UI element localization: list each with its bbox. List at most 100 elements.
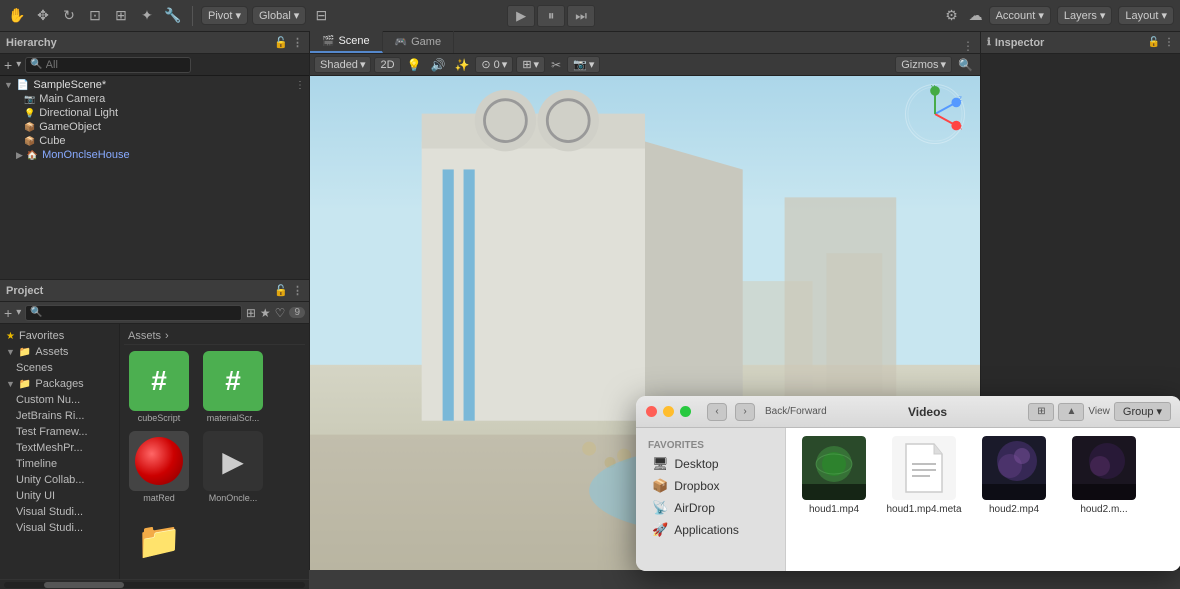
finder-desktop-label: Desktop [675,457,719,471]
finder-item-dropbox[interactable]: 📦 Dropbox [640,475,781,497]
sidebar-vs1[interactable]: Visual Studi... [0,504,119,520]
2d-toggle[interactable]: 2D [374,57,400,73]
global-dropdown[interactable]: Global ▾ [252,6,306,25]
finder-view-list-button[interactable]: ▲ [1058,403,1084,421]
hierarchy-item-camera[interactable]: 📷 Main Camera [0,92,309,106]
sidebar-jetbrains[interactable]: JetBrains Ri... [0,408,119,424]
refresh-tool-icon[interactable]: ↻ [58,5,80,27]
project-star-icon[interactable]: ★ [260,306,271,320]
inspector-lock-icon[interactable]: 🔓 [1148,37,1160,48]
hierarchy-arrow-icon[interactable]: ▾ [16,59,21,70]
sidebar-timeline[interactable]: Timeline [0,456,119,472]
hand-tool-icon[interactable]: ✋ [6,5,28,27]
hierarchy-item-cube[interactable]: 📦 Cube [0,134,309,148]
inspector-menu-icon[interactable]: ⋮ [1164,37,1174,48]
rect-tool-icon[interactable]: ⊞ [110,5,132,27]
asset-mononcle[interactable]: ▶ MonOncle... [198,429,268,505]
light-toggle-icon[interactable]: 💡 [404,58,425,72]
sidebar-favorites[interactable]: ★ Favorites [0,328,119,344]
cloud-icon[interactable]: ☁ [969,7,983,24]
sidebar-unity-collab[interactable]: Unity Collab... [0,472,119,488]
hierarchy-lock-icon[interactable]: 🔓 [274,36,288,49]
gizmo-circle: z x y [905,84,965,144]
finder-item-applications[interactable]: 🚀 Applications [640,519,781,541]
finder-item-airdrop[interactable]: 📡 AirDrop [640,497,781,519]
horizontal-scrollbar[interactable] [0,579,309,589]
move-tool-icon[interactable]: ✥ [32,5,54,27]
pivot-dropdown[interactable]: Pivot ▾ [201,6,248,25]
finder-minimize-button[interactable] [663,406,674,417]
scene-tools-icon[interactable]: ✂ [548,58,564,72]
finder-close-button[interactable] [646,406,657,417]
project-lock-icon[interactable]: 🔓 [274,284,288,297]
gizmos-dropdown[interactable]: Gizmos ▾ [895,56,952,73]
finder-group-arrow-icon: ▾ [1156,405,1162,418]
finder-back-forward-label: Back/Forward [765,406,827,417]
sidebar-assets[interactable]: ▼ 📁 Assets [0,344,119,360]
project-search-input[interactable] [46,307,237,319]
finder-group-button[interactable]: Group ▾ [1114,402,1171,421]
finder-file-houd1-meta[interactable]: houd1.mp4.meta [884,436,964,515]
sidebar-vs2[interactable]: Visual Studi... [0,520,119,536]
sidebar-textmesh[interactable]: TextMeshPr... [0,440,119,456]
finder-airdrop-label: AirDrop [674,501,715,515]
project-heart-icon[interactable]: ♡ [275,306,286,320]
scrollbar-thumb[interactable] [44,582,124,588]
matred-label: matRed [143,493,175,503]
scene-tab-label: Scene [338,35,369,47]
scale-tool-icon[interactable]: ⊡ [84,5,106,27]
project-menu-icon[interactable]: ⋮ [292,284,303,297]
hierarchy-item-light[interactable]: 💡 Directional Light [0,106,309,120]
pause-button[interactable]: ⏸ [537,5,565,27]
effect-toggle-icon[interactable]: ✨ [451,58,472,72]
scene-tab-menu-icon[interactable]: ⋮ [962,39,974,53]
add-project-icon[interactable]: + [4,305,12,321]
hierarchy-item-gameobject[interactable]: 📦 GameObject [0,120,309,134]
finder-file-houd2-partial[interactable]: houd2.m... [1064,436,1144,515]
sidebar-packages[interactable]: ▼ 📁 Packages [0,376,119,392]
add-hierarchy-icon[interactable]: + [4,57,12,73]
finder-view-grid-button[interactable]: ⊞ [1028,403,1054,421]
search-scene-icon[interactable]: 🔍 [955,58,976,72]
finder-nav: ‹ › [707,403,755,421]
asset-cubescript[interactable]: # cubeScript [124,349,194,425]
transform-tool-icon[interactable]: ✦ [136,5,158,27]
wrench-tool-icon[interactable]: 🔧 [162,5,184,27]
scene-root-item[interactable]: ▼ 📄 SampleScene* ⋮ [0,78,309,92]
tab-scene[interactable]: 🎬 Scene [310,31,383,53]
camera-dropdown[interactable]: 📷 ▾ [567,56,600,73]
project-arrow-icon[interactable]: ▾ [16,307,21,318]
step-button[interactable]: ⏭ [567,5,595,27]
scene-menu-icon[interactable]: ⋮ [295,80,305,91]
layers-dropdown[interactable]: Layers ▾ [1057,6,1113,25]
hierarchy-search-input[interactable] [46,59,186,71]
settings-icon[interactable]: ⚙ [941,5,963,27]
asset-materialscript[interactable]: # materialScr... [198,349,268,425]
shaded-dropdown[interactable]: Shaded ▾ [314,56,371,73]
sidebar-custom-nu[interactable]: Custom Nu... [0,392,119,408]
finder-forward-button[interactable]: › [735,403,755,421]
asset-folder[interactable]: 📁 [124,509,194,575]
asset-matred[interactable]: matRed [124,429,194,505]
pivot-label: Pivot [208,10,232,22]
account-dropdown[interactable]: Account ▾ [989,6,1051,25]
hierarchy-menu-icon[interactable]: ⋮ [292,36,303,49]
finder-item-desktop[interactable]: 🖥 Desktop [640,453,781,475]
sidebar-scenes[interactable]: Scenes [0,360,119,376]
tab-game[interactable]: 🎮 Game [383,31,454,53]
layout-label: Layout [1125,10,1158,22]
finder-file-houd2-mp4[interactable]: houd2.mp4 [974,436,1054,515]
finder-back-button[interactable]: ‹ [707,403,727,421]
visibility-dropdown[interactable]: ⊙ 0 ▾ [475,56,513,73]
hierarchy-item-house[interactable]: ▶ 🏠 MonOnclseHouse [0,148,309,162]
play-button[interactable]: ▶ [507,5,535,27]
sidebar-unity-ui[interactable]: Unity UI [0,488,119,504]
overlay-dropdown[interactable]: ⊞ ▾ [516,56,545,73]
project-view-icon[interactable]: ⊞ [246,306,256,320]
sidebar-testframe[interactable]: Test Framew... [0,424,119,440]
finder-file-houd1-mp4[interactable]: houd1.mp4 [794,436,874,515]
audio-toggle-icon[interactable]: 🔊 [427,58,448,72]
finder-maximize-button[interactable] [680,406,691,417]
layout-dropdown[interactable]: Layout ▾ [1118,6,1174,25]
grid-tool-icon[interactable]: ⊟ [310,5,332,27]
